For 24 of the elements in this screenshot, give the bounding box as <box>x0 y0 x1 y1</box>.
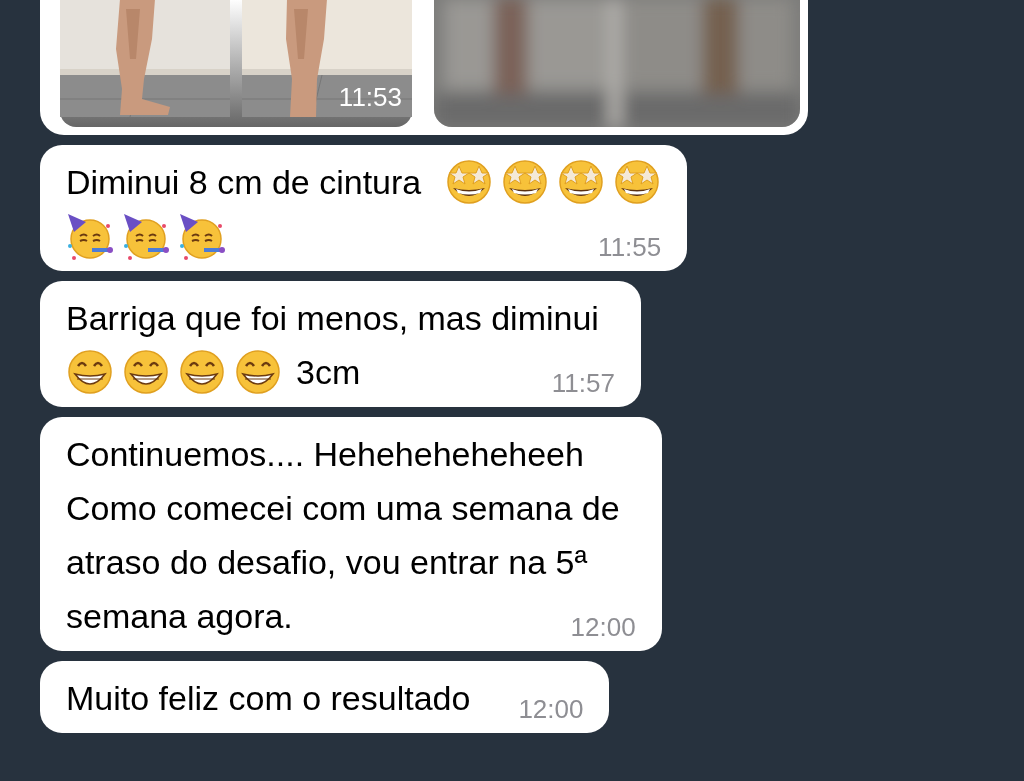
message-time: 12:00 <box>517 694 584 725</box>
message-time: 11:53 <box>338 82 402 113</box>
grin-emoji-icon <box>122 348 170 396</box>
message-text: Barriga que foi menos, mas diminui <box>66 298 599 338</box>
message-text: atraso do desafio, vou entrar na 5ª <box>66 542 588 582</box>
message-text: Continuemos.... Heheheheheheeh <box>66 434 584 474</box>
grin-emoji-icon <box>178 348 226 396</box>
message-time: 11:57 <box>550 368 615 399</box>
message-text: 3cm <box>296 352 361 392</box>
message-text: Como comecei com uma semana de <box>66 488 620 528</box>
star-struck-emoji-icon <box>613 158 662 206</box>
message-text: Muito feliz com o resultado <box>66 678 471 718</box>
message-text: semana agora. <box>66 596 293 636</box>
party-face-emoji-icon <box>122 212 170 260</box>
star-struck-emoji-icon <box>501 158 550 206</box>
message-time: 11:55 <box>597 232 662 263</box>
star-struck-emoji-icon <box>445 158 494 206</box>
party-face-emoji-icon <box>66 212 114 260</box>
grin-emoji-icon <box>234 348 282 396</box>
message-text: Diminui 8 cm de cintura <box>66 162 422 202</box>
star-struck-emoji-icon <box>557 158 606 206</box>
message-time: 12:00 <box>569 612 636 643</box>
grin-emoji-icon <box>66 348 114 396</box>
party-face-emoji-icon <box>178 212 226 260</box>
